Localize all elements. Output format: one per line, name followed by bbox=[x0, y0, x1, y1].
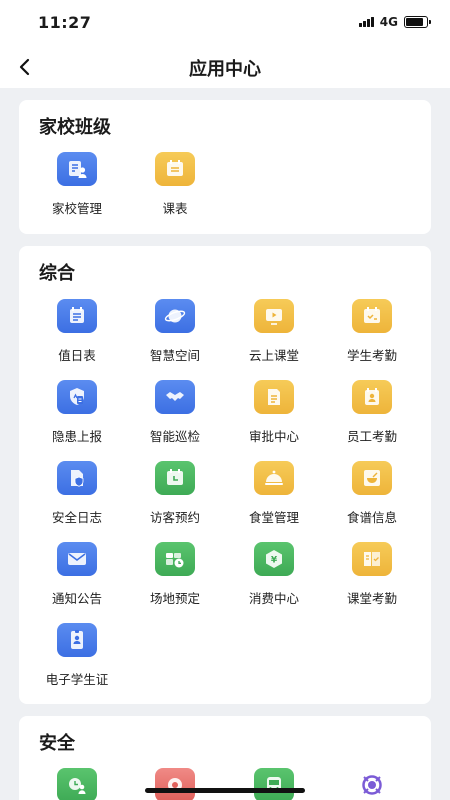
app-item[interactable]: 课表 bbox=[125, 152, 225, 217]
book-check-icon bbox=[352, 542, 392, 576]
app-label: 审批中心 bbox=[248, 429, 299, 444]
section-title: 家校班级 bbox=[39, 117, 111, 138]
app-label: 家校管理 bbox=[51, 201, 102, 216]
status-indicators: 4G bbox=[359, 15, 431, 29]
dish-cover-icon bbox=[254, 461, 294, 495]
battery-icon bbox=[404, 16, 431, 28]
app-item[interactable]: 值日表 bbox=[27, 299, 127, 364]
video-play-icon bbox=[254, 299, 294, 333]
app-item[interactable]: 食堂管理 bbox=[224, 461, 324, 526]
app-item[interactable]: ¥ 消费中心 bbox=[224, 542, 324, 607]
app-label: 智能巡检 bbox=[149, 429, 200, 444]
duty-list-icon bbox=[57, 299, 97, 333]
app-label: 电子学生证 bbox=[45, 672, 109, 687]
app-item[interactable]: 食谱信息 bbox=[322, 461, 422, 526]
mail-icon bbox=[57, 542, 97, 576]
app-item[interactable]: 课堂考勤 bbox=[322, 542, 422, 607]
app-label: 通知公告 bbox=[51, 591, 102, 606]
app-item[interactable]: 家校管理 bbox=[27, 152, 127, 217]
planet-icon bbox=[155, 299, 195, 333]
parents-icon bbox=[57, 152, 97, 186]
app-item[interactable]: 审批中心 bbox=[224, 380, 324, 445]
section-title: 安全 bbox=[39, 733, 75, 754]
alarm-icon bbox=[155, 768, 195, 800]
document-icon bbox=[254, 380, 294, 414]
app-label: 课表 bbox=[162, 201, 188, 216]
nav-bar: 应用中心 bbox=[0, 46, 450, 88]
status-time: 11:27 bbox=[38, 13, 92, 32]
bus-icon bbox=[254, 768, 294, 800]
app-label: 值日表 bbox=[58, 348, 96, 363]
app-item[interactable] bbox=[27, 768, 127, 800]
section-card-general: 综合 值日表 智慧空间 云上课堂 学生考勤 隐患上报 智能巡检 审批中心 员工考… bbox=[19, 246, 431, 704]
app-label: 学生考勤 bbox=[346, 348, 397, 363]
status-bar: 11:27 4G bbox=[0, 0, 450, 46]
app-item[interactable]: 隐患上报 bbox=[27, 380, 127, 445]
section-card-home-school: 家校班级 家校管理 课表 bbox=[19, 100, 431, 234]
timetable-icon bbox=[155, 152, 195, 186]
badge-icon bbox=[352, 380, 392, 414]
app-label: 云上课堂 bbox=[248, 348, 299, 363]
home-indicator[interactable] bbox=[145, 788, 305, 793]
app-label: 课堂考勤 bbox=[346, 591, 397, 606]
app-label: 场地预定 bbox=[149, 591, 200, 606]
shield-report-icon bbox=[57, 380, 97, 414]
app-item[interactable]: 智能巡检 bbox=[125, 380, 225, 445]
shield-doc-icon bbox=[57, 461, 97, 495]
app-item[interactable]: 智慧空间 bbox=[125, 299, 225, 364]
app-label: 安全日志 bbox=[51, 510, 102, 525]
app-label: 隐患上报 bbox=[51, 429, 102, 444]
calendar-clock-icon bbox=[155, 461, 195, 495]
app-item[interactable]: 电子学生证 bbox=[27, 623, 127, 688]
app-item[interactable]: 访客预约 bbox=[125, 461, 225, 526]
app-label: 员工考勤 bbox=[346, 429, 397, 444]
yen-shield-icon: ¥ bbox=[254, 542, 294, 576]
page-title: 应用中心 bbox=[189, 59, 261, 80]
svg-text:¥: ¥ bbox=[271, 556, 278, 566]
app-item[interactable] bbox=[224, 768, 324, 800]
signal-icon bbox=[359, 17, 374, 27]
app-item[interactable] bbox=[125, 768, 225, 800]
app-label: 访客预约 bbox=[149, 510, 200, 525]
calendar-check-icon bbox=[352, 299, 392, 333]
app-item[interactable]: 云上课堂 bbox=[224, 299, 324, 364]
app-item[interactable]: 学生考勤 bbox=[322, 299, 422, 364]
section-title: 综合 bbox=[39, 263, 75, 284]
app-item[interactable]: 通知公告 bbox=[27, 542, 127, 607]
bowl-icon bbox=[352, 461, 392, 495]
camera-icon bbox=[352, 768, 392, 800]
app-label: 食堂管理 bbox=[248, 510, 299, 525]
app-item[interactable]: 场地预定 bbox=[125, 542, 225, 607]
app-item[interactable]: 安全日志 bbox=[27, 461, 127, 526]
handshake-icon bbox=[155, 380, 195, 414]
app-label: 智慧空间 bbox=[149, 348, 200, 363]
clock-user-icon bbox=[57, 768, 97, 800]
app-label: 食谱信息 bbox=[346, 510, 397, 525]
venue-clock-icon bbox=[155, 542, 195, 576]
app-label: 消费中心 bbox=[248, 591, 299, 606]
app-item[interactable] bbox=[322, 768, 422, 800]
id-card-icon bbox=[57, 623, 97, 657]
network-type: 4G bbox=[379, 15, 398, 29]
app-item[interactable]: 员工考勤 bbox=[322, 380, 422, 445]
